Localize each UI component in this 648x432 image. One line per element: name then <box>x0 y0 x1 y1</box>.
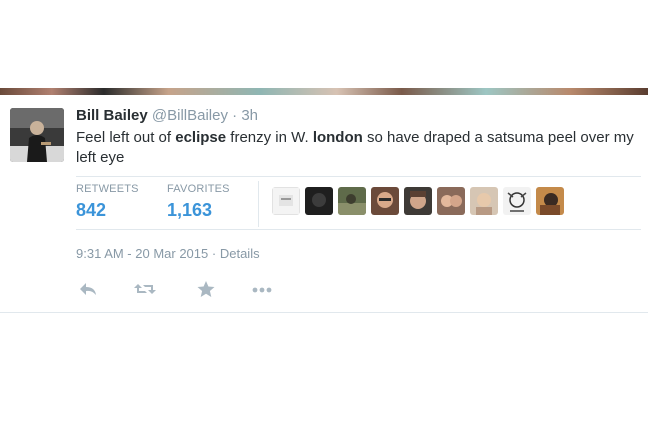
favoriter-avatar[interactable] <box>470 187 498 215</box>
tweet-timestamp[interactable]: 9:31 AM - 20 Mar 2015 <box>76 246 208 261</box>
favorites-label: FAVORITES <box>167 183 230 195</box>
retweets-stat[interactable]: RETWEETS 842 <box>76 183 139 221</box>
stats-separator <box>258 181 259 227</box>
favorites-stat[interactable]: FAVORITES 1,163 <box>167 183 230 221</box>
header-banner-strip <box>0 88 648 95</box>
tweet-text-part: frenzy in W. <box>226 129 313 146</box>
author-avatar[interactable] <box>10 108 64 162</box>
favorite-icon[interactable] <box>194 280 218 300</box>
tweet-text: Feel left out of eclipse frenzy in W. lo… <box>76 128 641 168</box>
hashtag-eclipse[interactable]: eclipse <box>175 129 226 146</box>
favoriter-avatar[interactable] <box>338 187 366 215</box>
favoriter-avatar[interactable] <box>404 187 432 215</box>
favoriter-avatar[interactable] <box>272 187 300 215</box>
favoriter-avatar[interactable] <box>536 187 564 215</box>
tweet-age[interactable]: 3h <box>241 107 258 124</box>
author-handle[interactable]: @BillBailey <box>152 107 228 124</box>
details-link[interactable]: Details <box>220 246 260 261</box>
retweet-icon[interactable] <box>133 280 157 300</box>
favorites-count: 1,163 <box>167 200 213 220</box>
stats-top-divider <box>76 176 641 177</box>
author-name[interactable]: Bill Bailey <box>76 107 148 124</box>
reply-icon[interactable] <box>76 280 100 300</box>
retweets-label: RETWEETS <box>76 183 139 195</box>
meta-separator: · <box>211 246 217 261</box>
header-separator: · <box>232 107 238 124</box>
retweets-count: 842 <box>76 200 107 220</box>
tweet-meta: 9:31 AM - 20 Mar 2015 · Details <box>76 246 260 261</box>
tweet-text-part: Feel left out of <box>76 129 176 146</box>
stats-bottom-divider <box>76 229 641 230</box>
tweet-header: Bill Bailey @BillBailey · 3h <box>76 107 258 124</box>
more-icon[interactable] <box>250 280 274 300</box>
favoriter-avatar[interactable] <box>305 187 333 215</box>
favoriter-avatar[interactable] <box>503 187 531 215</box>
favoriter-avatar[interactable] <box>437 187 465 215</box>
favoriter-avatar[interactable] <box>371 187 399 215</box>
hashtag-london[interactable]: london <box>313 129 363 146</box>
